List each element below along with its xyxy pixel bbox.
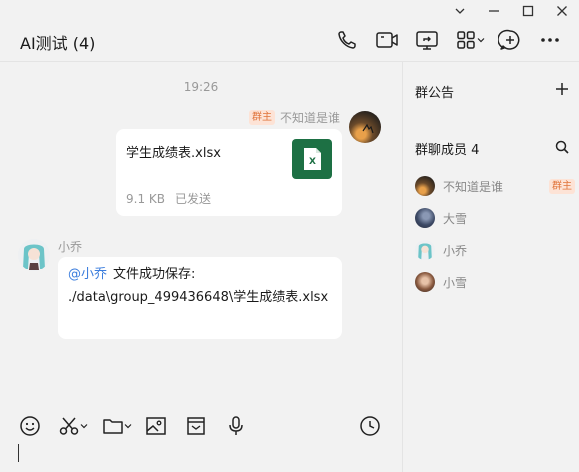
excel-file-icon: X <box>292 139 332 179</box>
sender-name: 不知道是谁 <box>279 111 340 125</box>
chevron-down-icon <box>124 424 132 429</box>
chat-plus-icon[interactable] <box>498 28 522 52</box>
add-icon[interactable] <box>555 81 569 100</box>
search-icon[interactable] <box>555 139 569 158</box>
file-meta: 9.1 KB 已发送 <box>126 190 211 207</box>
file-name: 学生成绩表.xlsx <box>126 146 221 161</box>
chat-title: AI测试 (4) <box>20 34 96 53</box>
folder-icon[interactable] <box>102 414 132 438</box>
phone-icon[interactable] <box>335 28 359 52</box>
avatar <box>415 176 435 196</box>
chat-header: AI测试 (4) <box>0 22 579 62</box>
close-button[interactable] <box>545 0 579 22</box>
file-message[interactable]: 学生成绩表.xlsx X 9.1 KB 已发送 <box>116 129 342 216</box>
mic-icon[interactable] <box>225 414 247 438</box>
member-name: 小乔 <box>443 243 468 258</box>
maximize-button[interactable] <box>511 0 545 22</box>
announcement-label: 群公告 <box>415 86 455 101</box>
owner-badge: 群主 <box>549 178 575 194</box>
member-item[interactable]: 不知道是谁 群主 <box>415 176 575 196</box>
text-input-cursor[interactable] <box>18 444 19 462</box>
chevron-down-icon[interactable] <box>443 0 477 22</box>
avatar <box>415 272 435 292</box>
mention[interactable]: @小乔 <box>68 267 107 282</box>
member-item[interactable]: 大雪 <box>415 208 575 228</box>
text-message[interactable]: @小乔 文件成功保存: ./data\group_499436648\学生成绩表.… <box>58 257 342 339</box>
member-item[interactable]: 小乔 <box>415 240 575 260</box>
avatar <box>415 208 435 228</box>
avatar[interactable] <box>18 239 50 271</box>
sender-name: 小乔 <box>58 240 83 254</box>
sender-line: 小乔 <box>58 238 82 255</box>
chevron-down-icon <box>477 38 485 43</box>
input-toolbar <box>0 406 402 446</box>
envelope-icon[interactable] <box>185 414 207 438</box>
avatar <box>415 240 435 260</box>
member-name: 大雪 <box>443 211 468 226</box>
group-sidebar: 群公告 群聊成员 4 不知道是谁 群主 大雪 小乔 小雪 <box>402 62 579 472</box>
history-icon[interactable] <box>359 414 381 438</box>
video-icon[interactable] <box>375 28 399 52</box>
avatar[interactable] <box>349 111 381 143</box>
member-item[interactable]: 小雪 <box>415 272 575 292</box>
owner-badge: 群主 <box>248 110 275 125</box>
minimize-button[interactable] <box>477 0 511 22</box>
message-timestamp: 19:26 <box>183 80 219 94</box>
screen-share-icon[interactable] <box>415 28 439 52</box>
image-icon[interactable] <box>145 414 167 438</box>
window-controls <box>443 0 579 22</box>
member-name: 小雪 <box>443 275 468 290</box>
message-text: 文件成功保存: ./data\group_499436648\学生成绩表.xls… <box>68 267 329 305</box>
members-label: 群聊成员 4 <box>415 143 480 158</box>
scissors-icon[interactable] <box>58 414 88 438</box>
emoji-icon[interactable] <box>19 414 41 438</box>
sender-line: 群主 不知道是谁 <box>248 109 340 126</box>
chat-area: 19:26 群主 不知道是谁 学生成绩表.xlsx X 9.1 KB 已发送 小乔… <box>0 62 402 406</box>
apps-icon[interactable] <box>455 28 489 52</box>
file-status: 已发送 <box>175 192 212 206</box>
excel-letter: X <box>309 157 316 167</box>
more-icon[interactable] <box>538 28 562 52</box>
chevron-down-icon <box>80 424 88 429</box>
member-name: 不知道是谁 <box>443 179 504 194</box>
file-size: 9.1 KB <box>126 192 165 206</box>
